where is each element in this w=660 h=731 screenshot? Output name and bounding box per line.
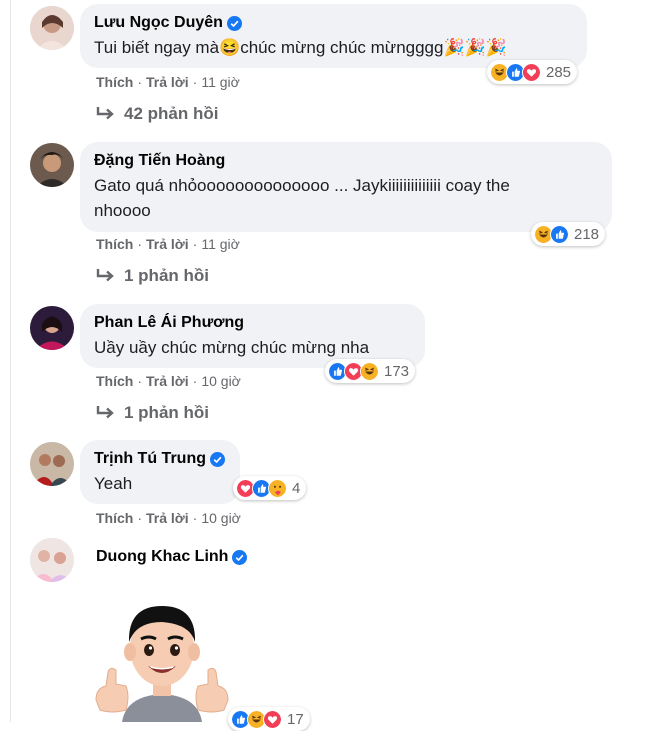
comment-text-line: nhoooo <box>94 201 151 220</box>
verified-badge-icon <box>232 549 248 565</box>
avatar[interactable] <box>30 538 74 582</box>
reply-arrow-icon <box>96 406 114 419</box>
reaction-count: 218 <box>574 225 600 243</box>
reaction-summary[interactable]: 285 <box>487 60 578 84</box>
avatar[interactable] <box>30 442 74 486</box>
comment-author[interactable]: Phan Lê Ái Phương <box>94 313 244 333</box>
reply-arrow-icon <box>96 107 114 120</box>
reaction-summary[interactable]: 17 <box>228 707 310 731</box>
comment-bubble: Lưu Ngọc Duyên Tui biết ngay mà😆chúc mừn… <box>80 4 587 68</box>
verified-badge-icon <box>209 451 225 467</box>
comment-timestamp[interactable]: 10 giờ <box>201 373 241 389</box>
comment-timestamp[interactable]: 11 giờ <box>201 236 240 252</box>
avatar-sticker-thumbs-up <box>95 606 229 722</box>
haha-icon <box>360 361 379 381</box>
reply-link[interactable]: Trả lời <box>146 236 189 252</box>
reaction-summary[interactable]: 4 <box>233 476 307 500</box>
separator-dot: · <box>137 74 143 90</box>
reaction-count: 285 <box>546 63 572 81</box>
care-icon <box>268 478 287 498</box>
separator-dot: · <box>192 373 198 389</box>
love-icon <box>522 62 541 82</box>
comment-actions: Thích · Trả lời · 10 giờ <box>96 510 241 526</box>
view-replies-link[interactable]: 1 phản hồi <box>96 266 209 286</box>
avatar[interactable] <box>30 143 74 187</box>
like-link[interactable]: Thích <box>96 373 133 389</box>
replies-label: 1 phản hồi <box>124 266 209 285</box>
separator-dot: · <box>137 510 143 526</box>
comment-timestamp[interactable]: 10 giờ <box>201 510 241 526</box>
like-icon <box>550 224 569 244</box>
comment-text: Uầy uầy chúc mừng chúc mừng nha <box>94 338 370 357</box>
reaction-count: 173 <box>384 362 410 380</box>
comment-author[interactable]: Đặng Tiến Hoàng <box>94 151 225 171</box>
comment-author[interactable]: Trịnh Tú Trung <box>94 449 206 469</box>
comment-text: Tui biết ngay mà😆chúc mừng chúc mừngggg🎉… <box>94 38 507 57</box>
comment-author-row: Duong Khac Linh <box>96 547 248 567</box>
comment-author[interactable]: Duong Khac Linh <box>96 547 228 567</box>
replies-label: 1 phản hồi <box>124 403 209 422</box>
reaction-summary[interactable]: 173 <box>325 359 416 383</box>
comment-timestamp[interactable]: 11 giờ <box>201 74 240 90</box>
reply-link[interactable]: Trả lời <box>146 74 189 90</box>
view-replies-link[interactable]: 1 phản hồi <box>96 403 209 423</box>
comment-bubble: Đặng Tiến Hoàng Gato quá nhỏoooooooooooo… <box>80 142 612 232</box>
verified-badge-icon <box>226 15 242 31</box>
reaction-count: 4 <box>292 479 301 497</box>
reply-arrow-icon <box>96 269 114 282</box>
replies-label: 42 phản hồi <box>124 104 219 123</box>
reply-link[interactable]: Trả lời <box>146 373 189 389</box>
separator-dot: · <box>137 373 143 389</box>
comment-actions: Thích · Trả lời · 11 giờ <box>96 236 240 252</box>
avatar[interactable] <box>30 6 74 50</box>
like-link[interactable]: Thích <box>96 236 133 252</box>
comment-text: Gato quá nhỏoooooooooooooo ... Jaykiiiii… <box>94 173 598 223</box>
like-link[interactable]: Thích <box>96 74 133 90</box>
reaction-summary[interactable]: 218 <box>531 222 606 246</box>
love-icon <box>263 709 282 729</box>
reaction-count: 17 <box>287 710 304 728</box>
avatar[interactable] <box>30 306 74 350</box>
view-replies-link[interactable]: 42 phản hồi <box>96 104 218 124</box>
separator-dot: · <box>192 74 198 90</box>
comment-bubble: Trịnh Tú Trung Yeah <box>80 440 240 504</box>
comment-actions: Thích · Trả lời · 10 giờ <box>96 373 241 389</box>
separator-dot: · <box>192 510 198 526</box>
reply-link[interactable]: Trả lời <box>146 510 189 526</box>
left-divider <box>10 0 11 722</box>
comment-text-line: Gato quá nhỏoooooooooooooo ... Jaykiiiii… <box>94 176 510 195</box>
comment-author[interactable]: Lưu Ngọc Duyên <box>94 13 223 33</box>
comment-text: Yeah <box>94 474 133 493</box>
like-link[interactable]: Thích <box>96 510 133 526</box>
separator-dot: · <box>137 236 143 252</box>
separator-dot: · <box>192 236 198 252</box>
comment-actions: Thích · Trả lời · 11 giờ <box>96 74 240 90</box>
